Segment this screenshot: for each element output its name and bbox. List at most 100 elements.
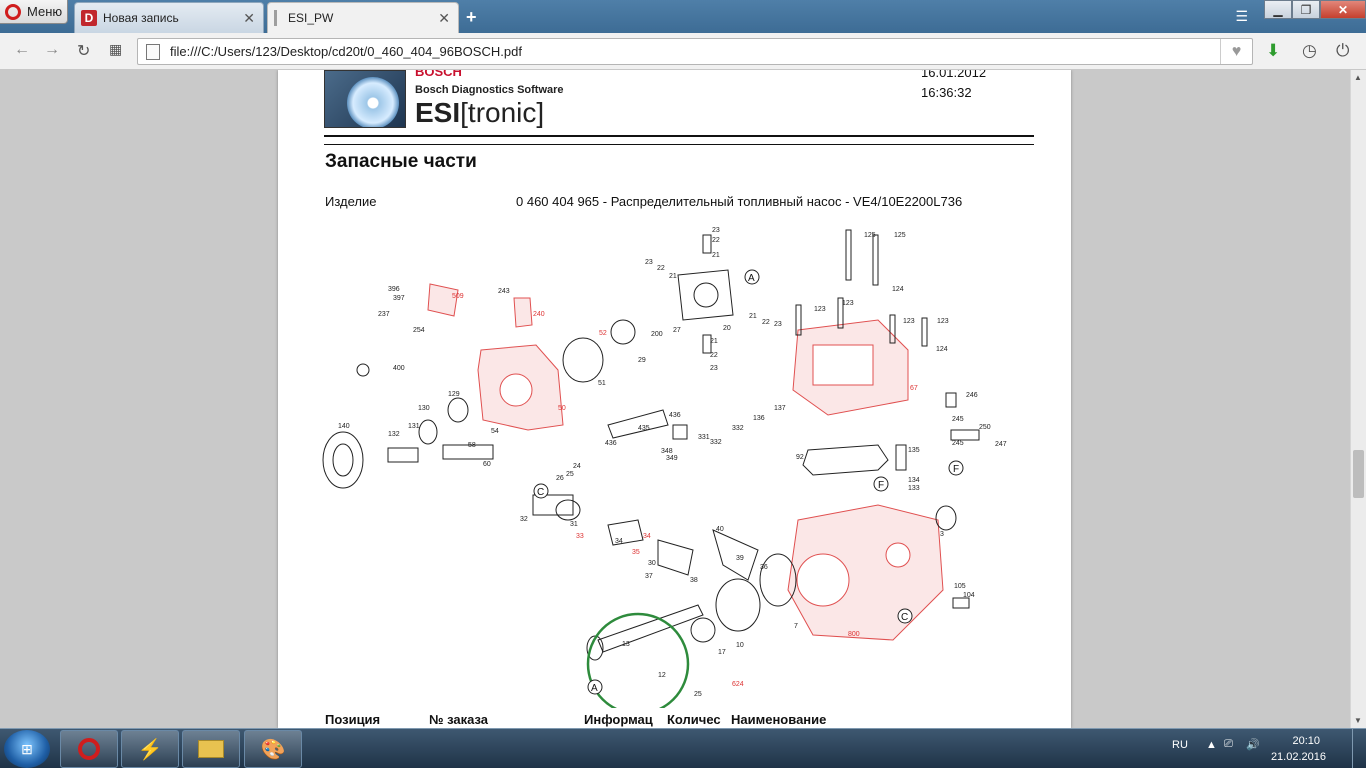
svg-text:F: F	[953, 464, 959, 475]
tab-esi-pw[interactable]: ESI_PW ✕	[267, 2, 459, 33]
svg-text:134: 134	[908, 477, 920, 484]
maximize-icon[interactable]: ❐	[1292, 0, 1320, 19]
show-desktop-button[interactable]	[1352, 729, 1366, 768]
product-name: ESI[tronic]	[415, 97, 545, 128]
header-rule	[324, 135, 1034, 137]
network-icon[interactable]: ⎚	[1224, 738, 1233, 751]
close-icon[interactable]: ✕	[243, 10, 255, 27]
svg-text:3: 3	[940, 531, 944, 538]
language-indicator[interactable]: RU	[1172, 739, 1188, 751]
scrollbar-thumb[interactable]	[1353, 450, 1364, 498]
svg-text:23: 23	[710, 365, 718, 372]
svg-text:800: 800	[848, 631, 860, 638]
svg-text:7: 7	[794, 623, 798, 630]
svg-text:21: 21	[712, 252, 720, 259]
svg-text:396: 396	[388, 286, 400, 293]
svg-text:123: 123	[937, 318, 949, 325]
svg-text:F: F	[878, 480, 884, 491]
svg-text:436: 436	[605, 440, 617, 447]
show-hidden-icons-icon[interactable]: ▲	[1206, 739, 1217, 751]
reload-icon[interactable]: ↻	[77, 41, 90, 61]
svg-text:23: 23	[645, 259, 653, 266]
scroll-down-icon[interactable]: ▼	[1354, 716, 1362, 725]
svg-text:129: 129	[448, 391, 460, 398]
download-arrow-icon[interactable]: ⬇	[1266, 41, 1280, 61]
taskbar-opera-icon[interactable]	[60, 730, 118, 768]
product-label: Изделие	[325, 194, 377, 209]
svg-text:243: 243	[498, 288, 510, 295]
taskbar-winamp-icon[interactable]: ⚡	[121, 730, 179, 768]
svg-text:27: 27	[673, 327, 681, 334]
document-icon	[146, 43, 160, 60]
opera-turbo-icon[interactable]: ⏻	[1336, 41, 1349, 61]
column-order-number: № заказа	[429, 712, 489, 727]
svg-text:250: 250	[979, 424, 991, 431]
svg-text:17: 17	[718, 649, 726, 656]
heart-bookmark-icon[interactable]: ♥	[1220, 39, 1252, 64]
svg-text:21: 21	[669, 273, 677, 280]
svg-text:52: 52	[599, 330, 607, 337]
svg-text:34: 34	[643, 533, 651, 540]
site-favicon-icon: D	[81, 10, 97, 26]
svg-text:20: 20	[723, 325, 731, 332]
new-tab-plus-icon[interactable]: +	[466, 7, 477, 28]
forward-icon[interactable]: →	[44, 41, 60, 59]
svg-text:247: 247	[995, 441, 1007, 448]
navigation-toolbar: ← → ↻ ▦ file:///C:/Users/123/Desktop/cd2…	[0, 33, 1366, 70]
clock-date[interactable]: 21.02.2016	[1271, 751, 1326, 763]
svg-text:60: 60	[483, 461, 491, 468]
vertical-scrollbar[interactable]: ▲ ▼	[1350, 70, 1366, 728]
opera-menu-button[interactable]: Меню	[0, 0, 68, 24]
column-quantity: Количес	[667, 712, 721, 727]
svg-text:29: 29	[638, 357, 646, 364]
svg-text:245: 245	[952, 416, 964, 423]
svg-text:132: 132	[388, 431, 400, 438]
svg-text:124: 124	[892, 286, 904, 293]
svg-text:24: 24	[573, 463, 581, 470]
address-url[interactable]: file:///C:/Users/123/Desktop/cd20t/0_460…	[170, 44, 1220, 59]
pump-cover-housing	[792, 319, 909, 416]
tabs-menu-icon[interactable]: ☰	[1235, 8, 1248, 25]
svg-text:200: 200	[651, 331, 663, 338]
svg-text:332: 332	[732, 425, 744, 432]
svg-text:21: 21	[710, 338, 718, 345]
svg-text:37: 37	[645, 573, 653, 580]
svg-text:125: 125	[894, 232, 906, 239]
svg-text:36: 36	[760, 564, 768, 571]
svg-text:58: 58	[468, 442, 476, 449]
software-subtitle: Bosch Diagnostics Software	[415, 84, 564, 96]
downloads-clock-icon[interactable]: ◷	[1302, 41, 1317, 61]
address-bar[interactable]: file:///C:/Users/123/Desktop/cd20t/0_460…	[137, 38, 1253, 65]
svg-text:51: 51	[598, 380, 606, 387]
speed-dial-grid-icon[interactable]: ▦	[109, 41, 122, 58]
back-icon[interactable]: ←	[14, 41, 30, 59]
scroll-up-icon[interactable]: ▲	[1354, 73, 1362, 82]
svg-text:C: C	[901, 612, 908, 623]
taskbar-explorer-folder-icon[interactable]	[182, 730, 240, 768]
volume-icon[interactable]: 🔊	[1246, 738, 1260, 751]
taskbar-paint-icon[interactable]: 🎨	[244, 730, 302, 768]
svg-text:133: 133	[908, 485, 920, 492]
highlight-circle	[586, 612, 690, 708]
document-favicon-icon	[274, 10, 280, 26]
esitronic-logo-image	[324, 70, 406, 128]
svg-text:23: 23	[712, 227, 720, 234]
svg-text:23: 23	[774, 321, 782, 328]
svg-text:123: 123	[903, 318, 915, 325]
svg-text:130: 130	[418, 405, 430, 412]
svg-text:A: A	[591, 683, 598, 694]
browser-window: Меню D Новая запись ✕ ESI_PW ✕ + ☰ ▁ ❐ ✕…	[0, 0, 1366, 768]
tab-new-entry[interactable]: D Новая запись ✕	[74, 2, 264, 33]
svg-text:509: 509	[452, 293, 464, 300]
clock-time[interactable]: 20:10	[1292, 735, 1320, 747]
opera-logo-icon	[5, 3, 21, 20]
svg-text:50: 50	[558, 405, 566, 412]
close-icon[interactable]: ✕	[438, 10, 450, 27]
svg-text:30: 30	[648, 560, 656, 567]
svg-text:92: 92	[796, 454, 804, 461]
windows-start-icon[interactable]: ⊞	[4, 730, 50, 768]
window-close-icon[interactable]: ✕	[1320, 0, 1366, 19]
svg-text:245: 245	[952, 440, 964, 447]
menu-label: Меню	[27, 4, 63, 19]
minimize-icon[interactable]: ▁	[1264, 0, 1292, 19]
